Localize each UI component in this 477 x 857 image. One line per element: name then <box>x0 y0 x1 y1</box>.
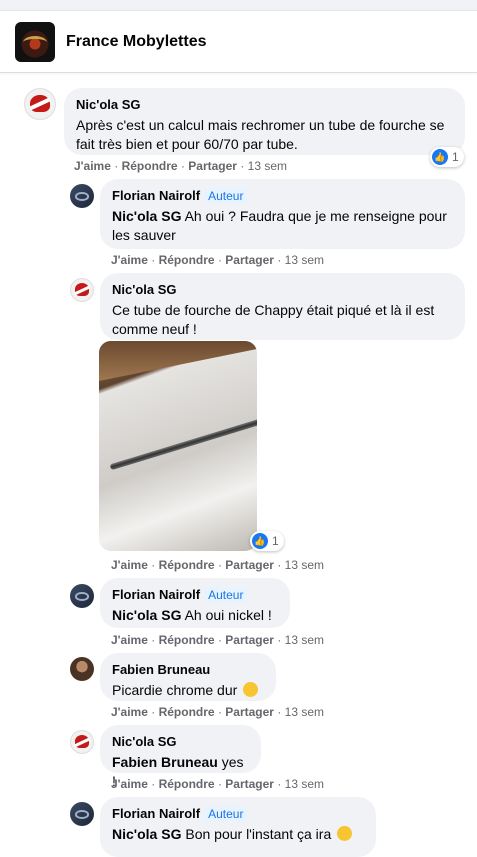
like-button[interactable]: J'aime <box>111 253 148 267</box>
comment-actions: J'aime · Répondre · Partager · 13 sem <box>111 633 325 647</box>
avatar[interactable] <box>70 730 94 754</box>
comment-bubble: Nic'ola SG Fabien Bruneau yes ! <box>100 725 261 789</box>
top-bar <box>0 0 477 11</box>
avatar[interactable] <box>24 88 56 120</box>
comment-actions: J'aime · Répondre · Partager · 13 sem <box>111 558 325 572</box>
comment-bubble: Nic'ola SG Ce tube de fourche de Chappy … <box>100 273 465 340</box>
mention-link[interactable]: Nic'ola SG <box>112 607 181 623</box>
smiling-face-icon <box>243 682 259 697</box>
avatar[interactable] <box>70 584 94 608</box>
timestamp[interactable]: 13 sem <box>285 777 324 791</box>
comment-text: Bon pour l'instant ça ira <box>185 826 332 842</box>
timestamp[interactable]: 13 sem <box>248 159 287 173</box>
reply-button[interactable]: Répondre <box>159 777 215 791</box>
share-button[interactable]: Partager <box>225 777 274 791</box>
comment-bubble: Fabien Bruneau Picardie chrome dur <box>100 653 276 701</box>
like-button[interactable]: J'aime <box>111 558 148 572</box>
like-button[interactable]: J'aime <box>111 705 148 719</box>
avatar[interactable] <box>70 278 94 302</box>
author-badge: Auteur <box>204 587 248 603</box>
comment-bubble: Florian Nairolf Auteur Nic'ola SG Ah oui … <box>100 578 290 628</box>
share-button[interactable]: Partager <box>225 558 274 572</box>
reply-button[interactable]: Répondre <box>159 633 215 647</box>
reply-button[interactable]: Répondre <box>122 159 178 173</box>
share-button[interactable]: Partager <box>188 159 237 173</box>
comment-actions: J'aime · Répondre · Partager · 13 sem <box>111 705 325 719</box>
avatar[interactable] <box>70 184 94 208</box>
comment-author[interactable]: Florian Nairolf <box>112 806 200 821</box>
comment-author[interactable]: Nic'ola SG <box>76 97 141 112</box>
comment-text: Ce tube de fourche de Chappy était piqué… <box>112 302 435 337</box>
comment-author[interactable]: Nic'ola SG <box>112 282 177 297</box>
comment-author[interactable]: Florian Nairolf <box>112 188 200 203</box>
author-badge: Auteur <box>204 806 248 822</box>
group-logo[interactable] <box>15 22 55 62</box>
comment-actions: J'aime · Répondre · Partager · 13 sem <box>111 777 325 791</box>
share-button[interactable]: Partager <box>225 705 274 719</box>
mention-link[interactable]: Fabien Bruneau <box>112 754 218 770</box>
comment-bubble: Nic'ola SG Après c'est un calcul mais re… <box>64 88 465 155</box>
avatar[interactable] <box>70 802 94 826</box>
comment-author[interactable]: Florian Nairolf <box>112 587 200 602</box>
comment-photo[interactable] <box>99 341 257 551</box>
comment-bubble: Florian Nairolf Auteur Nic'ola SG Ah oui … <box>100 179 465 249</box>
reply-button[interactable]: Répondre <box>159 558 215 572</box>
reply-button[interactable]: Répondre <box>159 253 215 267</box>
timestamp[interactable]: 13 sem <box>285 633 324 647</box>
mention-link[interactable]: Nic'ola SG <box>112 826 181 842</box>
reaction-count[interactable]: 👍 1 <box>250 531 284 551</box>
thumbs-up-icon: 👍 <box>252 533 268 549</box>
group-header: France Mobylettes <box>0 0 477 73</box>
thumbs-up-icon: 👍 <box>432 149 448 165</box>
author-badge: Auteur <box>204 188 248 204</box>
comment-bubble: Florian Nairolf Auteur Nic'ola SG Bon pou… <box>100 797 376 857</box>
avatar[interactable] <box>70 657 94 681</box>
comment-text: Ah oui nickel ! <box>184 607 272 623</box>
comment-text: Après c'est un calcul mais rechromer un … <box>76 117 445 152</box>
reply-button[interactable]: Répondre <box>159 705 215 719</box>
share-button[interactable]: Partager <box>225 253 274 267</box>
like-button[interactable]: J'aime <box>111 777 148 791</box>
comment-author[interactable]: Fabien Bruneau <box>112 662 210 677</box>
reaction-count[interactable]: 👍 1 <box>430 147 464 167</box>
like-button[interactable]: J'aime <box>111 633 148 647</box>
timestamp[interactable]: 13 sem <box>285 558 324 572</box>
group-name[interactable]: France Mobylettes <box>66 33 206 51</box>
comment-actions: J'aime · Répondre · Partager · 13 sem <box>111 253 325 267</box>
timestamp[interactable]: 13 sem <box>285 705 324 719</box>
like-button[interactable]: J'aime <box>74 159 111 173</box>
comment-text: Picardie chrome dur <box>112 682 238 698</box>
timestamp[interactable]: 13 sem <box>285 253 324 267</box>
comment-actions: J'aime · Répondre · Partager · 13 sem <box>74 159 288 173</box>
mention-link[interactable]: Nic'ola SG <box>112 208 181 224</box>
share-button[interactable]: Partager <box>225 633 274 647</box>
comment-author[interactable]: Nic'ola SG <box>112 734 177 749</box>
